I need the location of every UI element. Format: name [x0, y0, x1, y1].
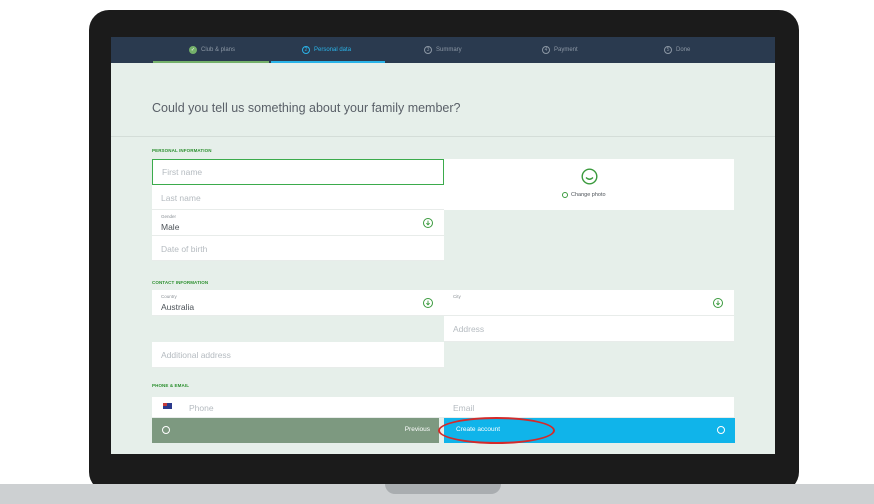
highlight-annotation — [438, 417, 555, 444]
smiley-icon — [581, 168, 598, 185]
additional-address-field[interactable]: Additional address — [152, 342, 444, 368]
step-label: Personal data — [314, 47, 352, 53]
photo-upload[interactable]: Change photo — [444, 159, 734, 210]
last-name-placeholder: Last name — [161, 193, 201, 203]
step-done[interactable]: 5 Done — [664, 37, 690, 63]
arrow-down-circle-icon[interactable] — [423, 218, 433, 228]
step-number-icon: 2 — [302, 46, 310, 54]
arrow-down-circle-icon[interactable] — [713, 298, 723, 308]
step-number-icon: 3 — [424, 46, 432, 54]
stage: ✓ Club & plans 2 Personal data 3 Summary… — [0, 0, 874, 504]
app-screen: ✓ Club & plans 2 Personal data 3 Summary… — [111, 37, 775, 454]
check-icon: ✓ — [189, 46, 197, 54]
city-select[interactable]: City — [444, 290, 734, 316]
country-select[interactable]: Country Australia — [152, 290, 444, 316]
additional-address-placeholder: Additional address — [161, 350, 231, 360]
arrow-left-circle-icon — [162, 426, 170, 434]
gender-value: Male — [161, 222, 180, 232]
step-label: Done — [676, 47, 691, 53]
step-label: Summary — [436, 47, 462, 53]
personal-info-heading: PERSONAL INFORMATION — [152, 148, 212, 153]
plus-circle-icon — [562, 192, 568, 198]
city-label: City — [453, 294, 461, 299]
change-photo-label: Change photo — [571, 192, 606, 198]
step-label: Club & plans — [201, 47, 236, 53]
first-name-field[interactable]: First name — [152, 159, 444, 185]
arrow-down-circle-icon[interactable] — [423, 298, 433, 308]
flag-icon[interactable] — [163, 403, 172, 409]
previous-label: Previous — [404, 426, 430, 433]
country-label: Country — [161, 294, 177, 299]
step-personal-data[interactable]: 2 Personal data — [302, 37, 351, 63]
step-progress-bar: ✓ Club & plans 2 Personal data 3 Summary… — [111, 37, 775, 63]
gender-select[interactable]: Gender Male — [152, 210, 444, 236]
phone-placeholder: Phone — [189, 403, 214, 413]
contact-info-heading: CONTACT INFORMATION — [152, 280, 209, 285]
phone-email-heading: PHONE & EMAIL — [152, 383, 190, 388]
step-club-plans[interactable]: ✓ Club & plans — [189, 37, 235, 63]
step-summary[interactable]: 3 Summary — [424, 37, 462, 63]
phone-field[interactable]: Phone — [152, 397, 444, 418]
last-name-field[interactable]: Last name — [152, 185, 444, 210]
page-title: Could you tell us something about your f… — [152, 101, 461, 115]
divider — [111, 136, 775, 137]
dob-placeholder: Date of birth — [161, 244, 208, 254]
email-field[interactable]: Email — [444, 397, 734, 418]
gender-label: Gender — [161, 214, 177, 219]
step-number-icon: 5 — [664, 46, 672, 54]
date-of-birth-field[interactable]: Date of birth — [152, 236, 444, 261]
laptop-notch — [385, 484, 501, 494]
step-number-icon: 4 — [542, 46, 550, 54]
address-field[interactable]: Address — [444, 316, 734, 342]
previous-button[interactable]: Previous — [152, 418, 439, 443]
country-value: Australia — [161, 302, 195, 312]
step-label: Payment — [554, 47, 578, 53]
arrow-right-circle-icon — [717, 426, 725, 434]
email-placeholder: Email — [453, 403, 475, 413]
first-name-placeholder: First name — [162, 167, 203, 177]
address-placeholder: Address — [453, 324, 485, 334]
step-payment[interactable]: 4 Payment — [542, 37, 578, 63]
change-photo-link[interactable]: Change photo — [562, 192, 606, 198]
